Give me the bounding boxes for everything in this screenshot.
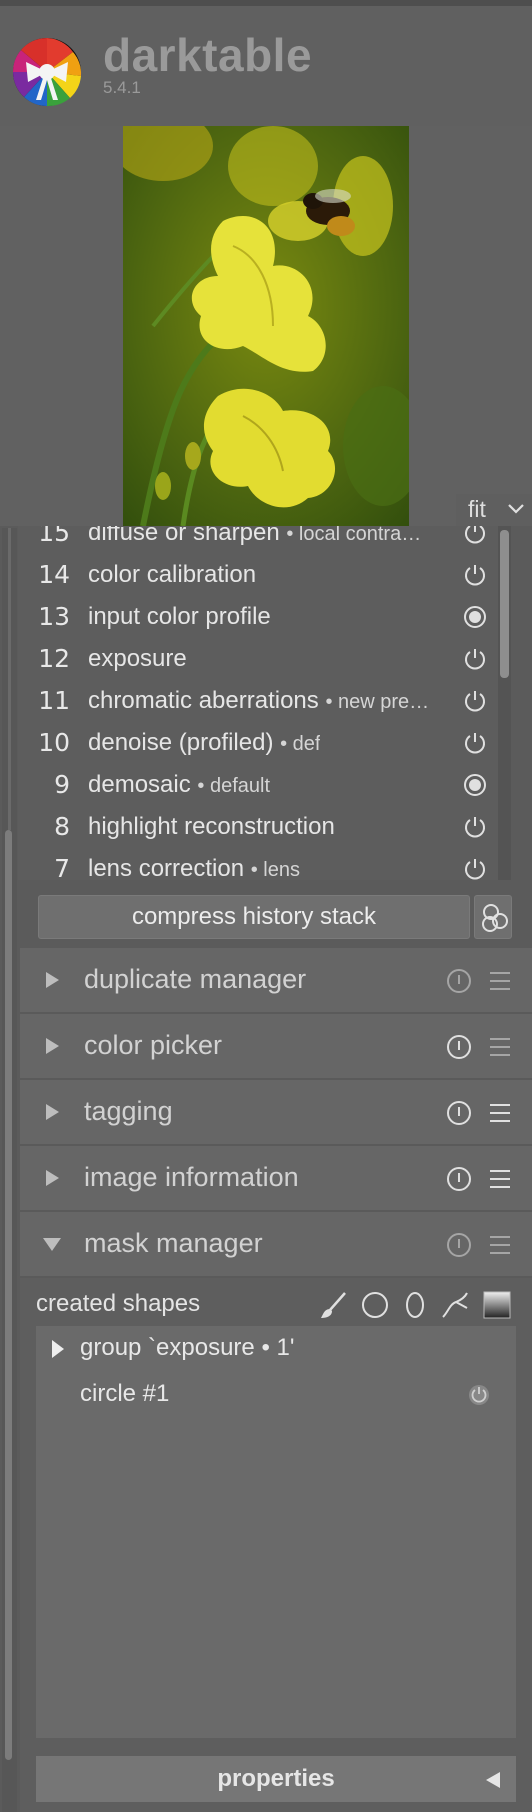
history-item-detail: • new pre… <box>325 691 430 713</box>
ellipse-icon[interactable] <box>400 1290 430 1320</box>
gradient-icon[interactable] <box>482 1290 512 1320</box>
properties-label: properties <box>217 1765 335 1792</box>
presets-menu-icon[interactable] <box>488 1035 512 1059</box>
module-tagging[interactable]: tagging <box>20 1080 532 1146</box>
history-item-14[interactable]: 14 color calibration <box>18 554 500 596</box>
power-icon <box>465 733 485 754</box>
history-item-detail: • default <box>197 775 270 797</box>
history-item-9[interactable]: 9 demosaic • default <box>18 764 500 806</box>
collapse-arrow-icon <box>43 1238 61 1251</box>
history-item-detail: • lens <box>250 859 300 880</box>
history-item-name: exposure <box>88 645 187 672</box>
expand-arrow-icon <box>46 1104 59 1120</box>
history-item-name: lens correction <box>88 855 245 880</box>
history-item-name: diffuse or sharpen <box>88 526 280 546</box>
module-label: mask manager <box>84 1228 263 1258</box>
darktable-logo-icon <box>12 37 82 107</box>
expand-arrow-icon[interactable] <box>50 1339 66 1359</box>
history-item-name: chromatic aberrations <box>88 687 319 714</box>
expand-arrow-icon <box>46 1038 59 1054</box>
history-item-11[interactable]: 11 chromatic aberrations • new pre… <box>18 680 500 722</box>
shape-group-row[interactable]: group `exposure • 1' <box>36 1326 516 1370</box>
module-label: duplicate manager <box>84 964 307 994</box>
brush-icon[interactable] <box>318 1290 348 1320</box>
zoom-label: fit <box>468 496 486 522</box>
presets-menu-icon[interactable] <box>488 969 512 993</box>
history-item-detail: • local contra… <box>286 526 422 545</box>
history-item-name: highlight reconstruction <box>88 813 335 840</box>
app-header: darktable 5.4.1 <box>0 6 532 126</box>
expand-left-arrow-icon <box>486 1772 500 1788</box>
thumbnail-image[interactable] <box>123 126 409 526</box>
history-item-15[interactable]: 15 diffuse or sharpen • local contra… <box>18 526 500 554</box>
power-icon <box>465 691 485 712</box>
power-icon <box>465 649 485 670</box>
history-item-name: color calibration <box>88 561 257 588</box>
reset-icon[interactable] <box>446 968 472 994</box>
reset-icon[interactable] <box>446 1100 472 1126</box>
history-item-name: denoise (profiled) <box>88 729 274 756</box>
always-on-icon <box>464 774 486 796</box>
power-icon <box>465 817 485 838</box>
panel-scrollbar-thumb[interactable] <box>5 830 12 1760</box>
history-scrollbar-thumb[interactable] <box>500 530 509 678</box>
history-list: 15 diffuse or sharpen • local contra… 14… <box>18 526 500 880</box>
module-label: image information <box>84 1162 299 1192</box>
zoom-dropdown[interactable]: fit <box>456 494 532 526</box>
compress-history-button[interactable]: compress history stack <box>38 895 470 939</box>
module-image-information[interactable]: image information <box>20 1146 532 1212</box>
module-label: tagging <box>84 1096 173 1126</box>
power-icon <box>465 859 485 880</box>
expand-arrow-icon <box>46 1170 59 1186</box>
reset-icon[interactable] <box>446 1232 472 1258</box>
shapes-list: group `exposure • 1' circle #1 <box>36 1326 516 1738</box>
module-color-picker[interactable]: color picker <box>20 1014 532 1080</box>
history-styles-button[interactable] <box>474 895 512 939</box>
expand-arrow-icon <box>46 972 59 988</box>
shape-label: circle #1 <box>80 1380 170 1407</box>
history-item-12[interactable]: 12 exposure <box>18 638 500 680</box>
history-item-name: demosaic <box>88 771 191 798</box>
circle-icon[interactable] <box>360 1290 390 1320</box>
app-version: 5.4.1 <box>103 78 141 97</box>
module-mask-manager[interactable]: mask manager <box>20 1212 532 1278</box>
reset-icon[interactable] <box>446 1166 472 1192</box>
properties-header[interactable]: properties <box>36 1756 516 1802</box>
app-title: darktable <box>103 29 313 81</box>
module-duplicate-manager[interactable]: duplicate manager <box>20 948 532 1014</box>
power-icon[interactable] <box>468 1384 490 1406</box>
shape-group-label: group `exposure • 1' <box>80 1334 295 1361</box>
created-shapes-label: created shapes <box>36 1290 201 1317</box>
history-item-13[interactable]: 13 input color profile <box>18 596 500 638</box>
path-icon[interactable] <box>440 1290 470 1320</box>
history-item-name: input color profile <box>88 603 271 630</box>
panel-scrollbar-upper-track <box>8 528 11 830</box>
power-icon <box>465 565 485 586</box>
history-item-8[interactable]: 8 highlight reconstruction <box>18 806 500 848</box>
reset-icon[interactable] <box>446 1034 472 1060</box>
history-item-7[interactable]: 7 lens correction • lens <box>18 848 500 880</box>
always-on-icon <box>464 606 486 628</box>
compress-history-label: compress history stack <box>131 903 377 930</box>
module-label: color picker <box>84 1030 223 1060</box>
presets-menu-icon[interactable] <box>488 1233 512 1257</box>
shape-row[interactable]: circle #1 <box>36 1372 516 1416</box>
history-item-detail: • def <box>280 733 321 755</box>
history-item-10[interactable]: 10 denoise (profiled) • def <box>18 722 500 764</box>
power-icon <box>465 526 485 544</box>
chevron-down-icon <box>508 504 524 514</box>
styles-icon <box>482 904 508 932</box>
presets-menu-icon[interactable] <box>488 1101 512 1125</box>
presets-menu-icon[interactable] <box>488 1167 512 1191</box>
